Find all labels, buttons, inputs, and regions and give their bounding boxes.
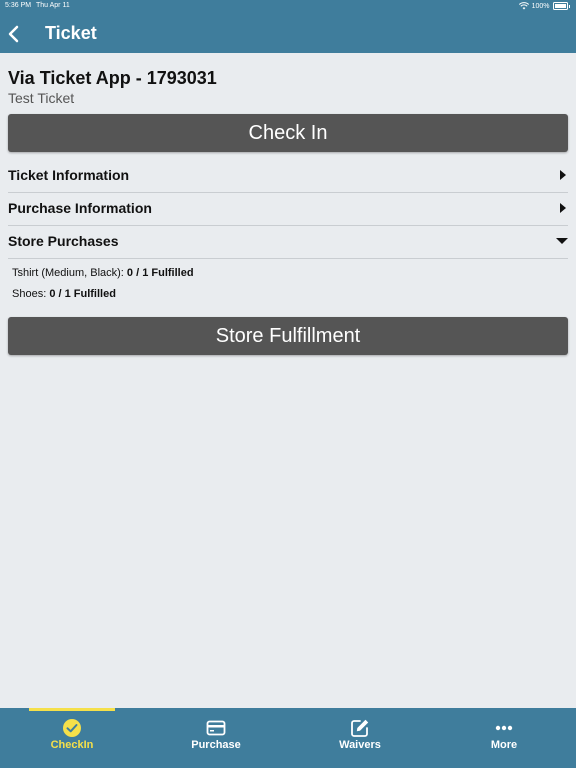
tab-label: More <box>490 739 518 751</box>
store-item-shoes: Shoes: 0 / 1 Fulfilled <box>12 288 116 300</box>
section-store-purchases[interactable]: Store Purchases <box>8 225 568 259</box>
item-status: 0 / 1 Fulfilled <box>126 267 194 279</box>
store-fulfillment-button[interactable]: Store Fulfillment <box>8 317 568 355</box>
section-ticket-information[interactable]: Ticket Information <box>8 159 568 193</box>
battery-percent: 100% <box>531 2 550 10</box>
more-dots-icon <box>495 725 513 731</box>
tab-waivers[interactable]: Waivers <box>288 708 432 768</box>
caret-right-icon <box>560 170 566 180</box>
tab-label: Waivers <box>339 739 381 751</box>
caret-right-icon <box>560 203 566 213</box>
check-in-button[interactable]: Check In <box>8 114 568 152</box>
ticket-subtitle: Test Ticket <box>8 90 75 106</box>
nav-bar: Ticket <box>0 20 576 48</box>
store-item-tshirt: Tshirt (Medium, Black): 0 / 1 Fulfilled <box>12 267 194 279</box>
section-label: Store Purchases <box>8 233 119 249</box>
tab-checkin[interactable]: CheckIn <box>0 708 144 768</box>
tab-label: CheckIn <box>50 739 94 751</box>
tab-label: Purchase <box>191 739 241 751</box>
status-bar: 5:36 PM Thu Apr 11 100% <box>0 1 576 13</box>
status-date: Thu Apr 11 <box>36 2 70 9</box>
item-name: Shoes: <box>12 288 47 300</box>
tab-purchase[interactable]: Purchase <box>144 708 288 768</box>
section-label: Ticket Information <box>8 167 130 183</box>
edit-icon <box>351 719 369 737</box>
tab-bar: CheckIn Purchase Waivers More <box>0 708 576 768</box>
battery-icon <box>552 2 568 10</box>
battery-tip <box>568 4 570 8</box>
status-right: 100% <box>518 2 570 10</box>
section-purchase-information[interactable]: Purchase Information <box>8 192 568 226</box>
credit-card-icon <box>206 720 226 736</box>
page-title: Ticket <box>45 23 97 43</box>
item-status: 0 / 1 Fulfilled <box>49 288 116 300</box>
header-bar: 5:36 PM Thu Apr 11 100% Ticket <box>0 0 576 53</box>
check-circle-icon <box>63 719 81 737</box>
wifi-icon <box>518 2 529 10</box>
tab-more[interactable]: More <box>432 708 576 768</box>
status-time: 5:36 PM <box>5 2 32 9</box>
item-name: Tshirt (Medium, Black): <box>12 267 124 279</box>
section-label: Purchase Information <box>8 200 152 216</box>
ticket-title: Via Ticket App - 1793031 <box>8 68 217 88</box>
back-chevron-icon[interactable] <box>6 22 22 46</box>
caret-down-icon <box>556 238 568 244</box>
